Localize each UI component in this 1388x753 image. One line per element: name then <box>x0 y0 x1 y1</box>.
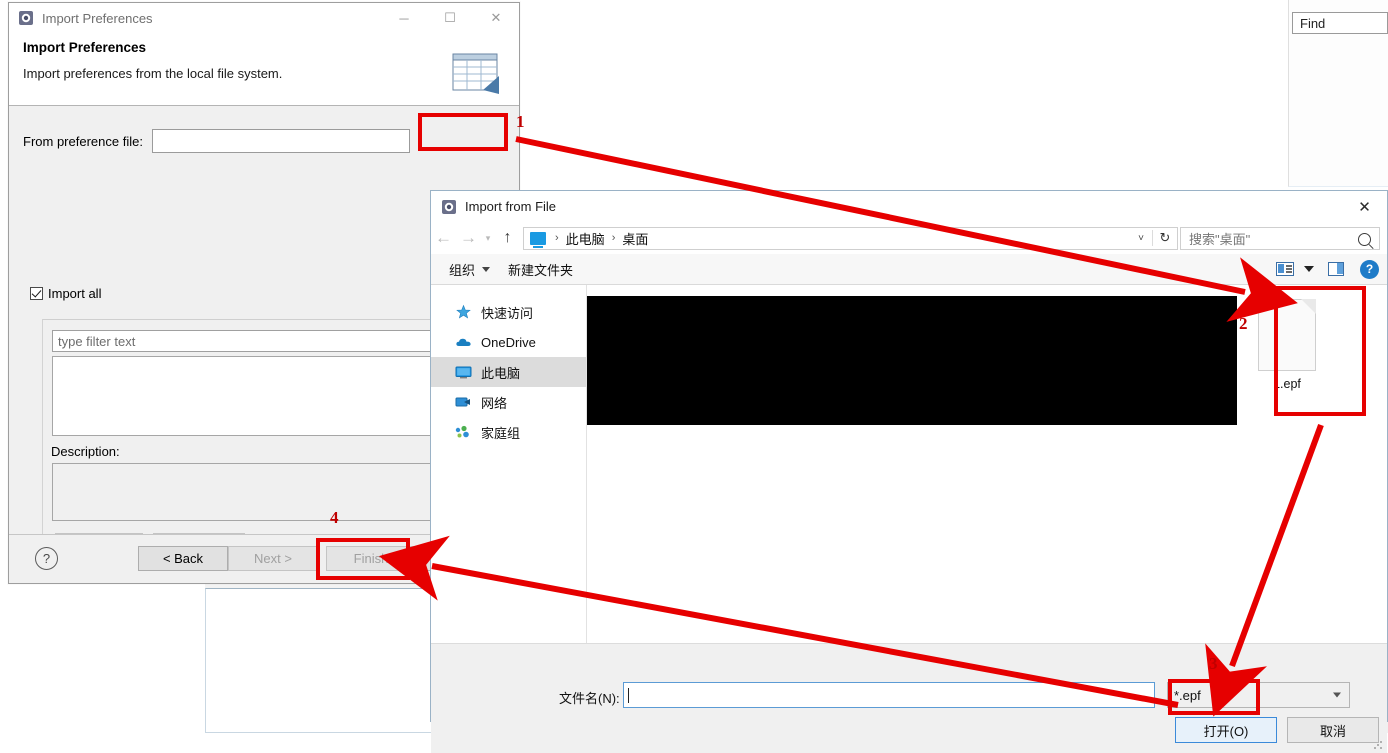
wizard-title-text: Import Preferences <box>42 10 153 26</box>
network-icon <box>455 394 472 410</box>
file-dialog-nav-bar: ← → ▾ ↑ › 此电脑 › 桌面 ˅ ↻ 搜索"桌面" <box>431 222 1387 254</box>
toolbar-view-controls: ? <box>1276 254 1379 284</box>
filetype-combo[interactable]: *.epf <box>1167 682 1350 708</box>
file-dialog-title-text: Import from File <box>465 199 557 214</box>
up-arrow-icon[interactable]: ↑ <box>495 225 520 251</box>
eclipse-wizard-icon <box>18 10 34 26</box>
filename-label: 文件名(N): <box>559 691 620 706</box>
this-pc-monitor-icon <box>455 364 472 380</box>
cancel-button[interactable]: 取消 <box>1287 717 1379 743</box>
breadcrumb[interactable]: › 此电脑 › 桌面 ˅ ↻ <box>523 226 1178 250</box>
new-folder-button[interactable]: 新建文件夹 <box>508 260 573 279</box>
chevron-down-icon[interactable] <box>1304 266 1314 272</box>
resize-grip[interactable] <box>1373 740 1383 750</box>
sidebar-label-this-pc: 此电脑 <box>481 365 521 381</box>
file-dialog-main: 快速访问 OneDrive 此电脑 网络 家庭组 1.epf <box>431 285 1387 643</box>
file-dialog-sidebar: 快速访问 OneDrive 此电脑 网络 家庭组 <box>431 285 587 643</box>
sidebar-item-this-pc[interactable]: 此电脑 <box>431 357 586 387</box>
redacted-region <box>587 296 1237 425</box>
search-input[interactable]: 搜索"桌面" <box>1180 226 1380 250</box>
sidebar-label-quick-access: 快速访问 <box>481 305 534 321</box>
breadcrumb-separator-2: › <box>611 232 616 244</box>
homegroup-icon <box>455 424 472 440</box>
search-placeholder: 搜索"桌面" <box>1189 231 1251 247</box>
history-dropdown-icon[interactable]: ▾ <box>481 233 495 244</box>
filename-input[interactable] <box>623 682 1155 708</box>
back-button[interactable]: < Back <box>138 546 228 571</box>
organize-label: 组织 <box>449 262 476 278</box>
preferences-table-icon <box>447 50 507 102</box>
file-item-1-epf[interactable]: 1.epf <box>1244 299 1330 391</box>
from-preference-file-combo[interactable] <box>151 129 410 153</box>
chevron-down-icon <box>482 266 491 272</box>
breadcrumb-controls: ˅ ↻ <box>1130 228 1177 249</box>
file-dialog-toolbar: 组织 新建文件夹 ? <box>431 254 1387 285</box>
file-list-area[interactable]: 1.epf ot a <box>587 285 1387 643</box>
chevron-down-icon[interactable]: ˅ <box>1130 233 1152 244</box>
back-arrow-icon[interactable]: ← <box>431 225 456 251</box>
wizard-window-buttons: ─ ☐ ✕ <box>381 3 519 33</box>
sidebar-label-network: 网络 <box>481 395 508 411</box>
sidebar-item-quick-access[interactable]: 快速访问 <box>431 297 586 327</box>
eclipse-wizard-icon <box>441 199 457 215</box>
next-button[interactable]: Next > <box>228 546 318 571</box>
close-button[interactable]: ✕ <box>473 3 519 33</box>
filetype-value: *.epf <box>1174 687 1201 703</box>
breadcrumb-separator: › <box>555 232 559 244</box>
preview-pane-icon[interactable] <box>1328 262 1344 276</box>
search-icon <box>1358 232 1371 246</box>
from-preference-file-row: From preference file: <box>23 129 410 153</box>
onedrive-cloud-icon <box>455 334 472 350</box>
sidebar-item-network[interactable]: 网络 <box>431 387 586 417</box>
breadcrumb-item-0[interactable]: 此电脑 <box>566 229 605 248</box>
sidebar-item-onedrive[interactable]: OneDrive <box>431 327 586 357</box>
wizard-header: Import Preferences Import preferences fr… <box>9 34 519 106</box>
from-preference-file-label: From preference file: <box>23 133 143 149</box>
minimize-button[interactable]: ─ <box>381 3 427 33</box>
finish-button[interactable]: Finish <box>326 546 416 571</box>
chevron-down-icon <box>1333 692 1341 698</box>
wizard-header-subtitle: Import preferences from the local file s… <box>23 66 283 81</box>
file-item-label: 1.epf <box>1273 377 1301 391</box>
file-dialog-title-bar: Import from File ✕ <box>431 191 1387 222</box>
refresh-icon[interactable]: ↻ <box>1152 230 1177 246</box>
import-all-row[interactable]: Import all <box>30 286 101 301</box>
maximize-button[interactable]: ☐ <box>427 3 473 33</box>
organize-button[interactable]: 组织 <box>449 260 491 279</box>
forward-arrow-icon[interactable]: → <box>456 225 481 251</box>
import-all-checkbox[interactable] <box>30 287 43 300</box>
file-dialog-bottom-bar: 文件名(N): *.epf 打开(O) 取消 <box>431 643 1387 753</box>
sidebar-label-homegroup: 家庭组 <box>481 425 521 441</box>
open-button[interactable]: 打开(O) <box>1175 717 1277 743</box>
sidebar-item-homegroup[interactable]: 家庭组 <box>431 417 586 447</box>
text-caret <box>628 687 629 703</box>
help-icon[interactable]: ? <box>35 547 58 570</box>
wizard-header-title: Import Preferences <box>23 40 147 55</box>
import-all-label: Import all <box>48 286 102 301</box>
help-icon[interactable]: ? <box>1360 259 1379 279</box>
description-label: Description: <box>51 444 120 459</box>
generic-file-icon <box>1258 299 1316 371</box>
find-field[interactable]: Find <box>1292 12 1388 34</box>
import-from-file-dialog: Import from File ✕ ← → ▾ ↑ › 此电脑 › 桌面 ˅ … <box>430 190 1388 753</box>
breadcrumb-item-1[interactable]: 桌面 <box>622 229 648 248</box>
sidebar-label-onedrive: OneDrive <box>481 334 536 350</box>
close-icon[interactable]: ✕ <box>1342 191 1387 222</box>
wizard-title-bar: Import Preferences ─ ☐ ✕ <box>9 3 519 34</box>
quick-access-star-icon <box>455 304 472 320</box>
view-layout-icon[interactable] <box>1276 262 1294 276</box>
this-pc-monitor-icon <box>530 231 546 248</box>
